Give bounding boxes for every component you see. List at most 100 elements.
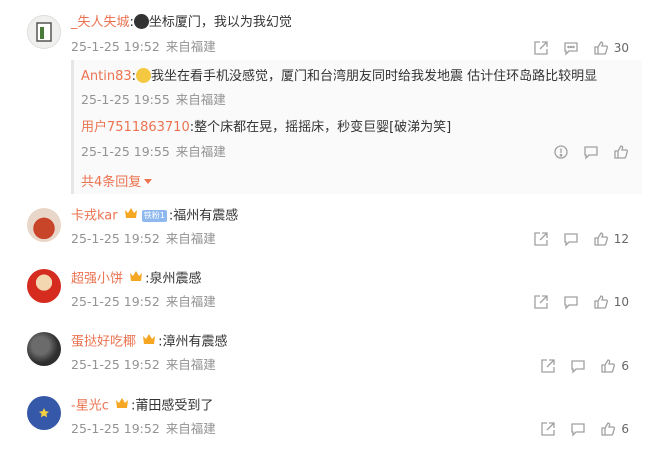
fan-badge: 铁粉1 bbox=[141, 210, 167, 222]
like-button[interactable]: 6 bbox=[600, 421, 629, 437]
share-button[interactable] bbox=[533, 40, 549, 56]
location: 来自福建 bbox=[175, 92, 226, 107]
comment-icon bbox=[564, 233, 578, 247]
share-button[interactable] bbox=[540, 358, 556, 374]
comment-button[interactable] bbox=[570, 358, 586, 374]
reply-text: 整个床都在晃，摇摇床，秒变巨婴[破涕为笑] bbox=[194, 120, 452, 135]
action-bar: 6 bbox=[526, 421, 629, 437]
warning-icon bbox=[554, 145, 568, 159]
avatar[interactable] bbox=[27, 332, 61, 366]
share-icon bbox=[534, 41, 548, 55]
like-count: 30 bbox=[613, 41, 629, 55]
comment-text: 漳州有震感 bbox=[162, 334, 228, 350]
like-button[interactable]: 10 bbox=[593, 294, 629, 310]
timestamp: 25-1-25 19:52 bbox=[71, 421, 160, 436]
star-icon bbox=[39, 408, 49, 418]
thumbs-up-icon bbox=[614, 145, 628, 159]
comment-text: 莆田感受到了 bbox=[135, 398, 214, 414]
comment-text: 泉州震感 bbox=[149, 271, 202, 287]
like-button[interactable]: 12 bbox=[593, 231, 629, 247]
thumbs-up-icon bbox=[594, 295, 608, 309]
location: 来自福建 bbox=[165, 39, 216, 54]
action-bar: 30 bbox=[519, 40, 629, 56]
crown-icon bbox=[129, 270, 143, 288]
thumbs-up-icon bbox=[594, 41, 608, 55]
crown-icon bbox=[124, 207, 138, 225]
location: 来自福建 bbox=[165, 421, 216, 436]
share-icon bbox=[541, 422, 556, 436]
avatar[interactable] bbox=[27, 269, 61, 303]
action-bar: 6 bbox=[526, 358, 629, 374]
report-button[interactable] bbox=[553, 144, 569, 160]
reply-meta: 25-1-25 19:55 来自福建 bbox=[81, 143, 226, 161]
avatar[interactable] bbox=[27, 396, 61, 430]
thumbs-up-icon bbox=[594, 232, 608, 246]
share-button[interactable] bbox=[533, 231, 549, 247]
location: 来自福建 bbox=[165, 231, 216, 246]
more-replies-link[interactable]: 共4条回复 bbox=[81, 171, 153, 190]
comment-button[interactable] bbox=[563, 231, 579, 247]
reply-line: Antin83: 我坐在看手机没感觉，厦门和台湾朋友同时给我发地震 估计住环岛路比… bbox=[81, 68, 597, 86]
comment-meta: 25-1-25 19:52 来自福建 bbox=[71, 356, 216, 374]
comment-line: 卡戎kar 铁粉1:福州有震感 bbox=[71, 207, 238, 226]
comment-line: _失人失城: 坐标厦门，我以为我幻觉 bbox=[71, 14, 292, 32]
timestamp: 25-1-25 19:52 bbox=[71, 294, 160, 309]
reply-line: 用户7511863710:整个床都在晃，摇摇床，秒变巨婴[破涕为笑] bbox=[81, 119, 451, 137]
comment-line: 超强小饼 :泉州震感 bbox=[71, 270, 202, 289]
share-button[interactable] bbox=[533, 294, 549, 310]
timestamp: 25-1-25 19:55 bbox=[81, 144, 170, 159]
timestamp: 25-1-25 19:55 bbox=[81, 92, 170, 107]
comment-meta: 25-1-25 19:52 来自福建 bbox=[71, 293, 216, 311]
more-replies-label: 共4条回复 bbox=[81, 175, 142, 190]
comment-icon bbox=[564, 42, 578, 56]
username[interactable]: 卡戎kar bbox=[71, 209, 118, 224]
share-icon bbox=[534, 295, 548, 309]
share-button[interactable] bbox=[540, 421, 556, 437]
timestamp: 25-1-25 19:52 bbox=[71, 357, 160, 372]
action-bar bbox=[539, 144, 629, 160]
comment-line: 蛋挞好吃椰 :漳州有震感 bbox=[71, 333, 228, 352]
comment-line: -星光c :莆田感受到了 bbox=[71, 397, 213, 416]
comment-meta: 25-1-25 19:52 来自福建 bbox=[71, 38, 216, 56]
comment-text: 坐标厦门，我以为我幻觉 bbox=[148, 15, 292, 30]
reply-text: 我坐在看手机没感觉，厦门和台湾朋友同时给我发地震 估计住环岛路比较明显 bbox=[151, 69, 598, 84]
avatar[interactable] bbox=[27, 15, 61, 49]
username[interactable]: 用户7511863710 bbox=[81, 120, 190, 135]
comment-button[interactable] bbox=[563, 40, 579, 56]
username[interactable]: -星光c bbox=[71, 399, 109, 414]
comment-meta: 25-1-25 19:52 来自福建 bbox=[71, 420, 216, 438]
share-icon bbox=[534, 232, 548, 246]
username[interactable]: 超强小饼 bbox=[71, 272, 123, 287]
thumbs-up-icon bbox=[601, 359, 616, 373]
comment-text: 福州有震感 bbox=[173, 208, 239, 224]
comment-icon bbox=[564, 296, 578, 310]
like-button[interactable] bbox=[613, 144, 629, 160]
crown-icon bbox=[142, 333, 156, 351]
action-bar: 12 bbox=[519, 231, 629, 247]
timestamp: 25-1-25 19:52 bbox=[71, 39, 160, 54]
like-count: 10 bbox=[613, 295, 629, 309]
like-count: 6 bbox=[621, 422, 629, 436]
avatar[interactable] bbox=[27, 208, 61, 242]
thumbs-up-icon bbox=[601, 422, 616, 436]
comment-button[interactable] bbox=[583, 144, 599, 160]
comment-button[interactable] bbox=[563, 294, 579, 310]
emoji-icon bbox=[133, 14, 149, 29]
like-button[interactable]: 6 bbox=[600, 358, 629, 374]
location: 来自福建 bbox=[175, 144, 226, 159]
timestamp: 25-1-25 19:52 bbox=[71, 231, 160, 246]
comment-button[interactable] bbox=[570, 421, 586, 437]
like-button[interactable]: 30 bbox=[593, 40, 629, 56]
comment-icon bbox=[571, 360, 586, 374]
username[interactable]: _失人失城 bbox=[71, 15, 130, 30]
location: 来自福建 bbox=[165, 294, 216, 309]
crown-icon bbox=[115, 397, 129, 415]
username[interactable]: 蛋挞好吃椰 bbox=[71, 335, 136, 350]
action-bar: 10 bbox=[519, 294, 629, 310]
share-icon bbox=[541, 359, 556, 373]
comment-icon bbox=[584, 146, 598, 160]
comment-icon bbox=[571, 423, 586, 437]
username[interactable]: Antin83 bbox=[81, 69, 132, 84]
chevron-down-icon bbox=[144, 179, 153, 184]
reply-meta: 25-1-25 19:55 来自福建 bbox=[81, 91, 226, 109]
